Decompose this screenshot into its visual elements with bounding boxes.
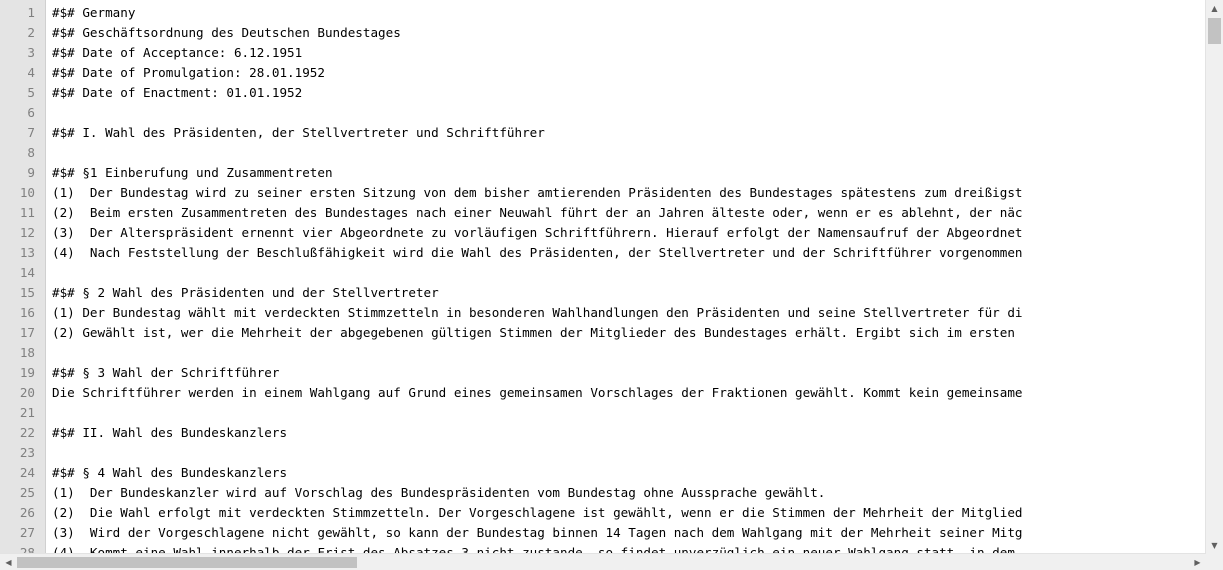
scrollbar-corner [1206, 554, 1223, 570]
text-editor[interactable]: 1 #$# Germany 2 #$# Geschäftsordnung des De… [0, 0, 1223, 570]
editor-line[interactable]: 19 #$# § 3 Wahl der Schriftführer [0, 363, 1205, 383]
line-number: 14 [19, 265, 35, 280]
line-text[interactable]: (3) Der Alterspräsident ernennt vier Abg… [52, 223, 1023, 243]
line-text[interactable]: Die Schriftführer werden in einem Wahlga… [52, 383, 1023, 403]
editor-line[interactable]: 26 (2) Die Wahl erfolgt mit verdeckten St… [0, 503, 1205, 523]
editor-line[interactable]: 15 #$# § 2 Wahl des Präsidenten und der S… [0, 283, 1205, 303]
line-number: 20 [19, 385, 35, 400]
editor-line[interactable]: 23 [0, 443, 1205, 463]
line-number: 4 [27, 65, 35, 80]
line-number: 10 [19, 185, 35, 200]
line-text[interactable]: (1) Der Bundestag wählt mit verdeckten S… [52, 303, 1023, 323]
editor-line[interactable]: 18 [0, 343, 1205, 363]
line-number: 9 [27, 165, 35, 180]
line-number: 1 [27, 5, 35, 20]
editor-line[interactable]: 16 (1) Der Bundestag wählt mit verdeckten… [0, 303, 1205, 323]
scroll-down-icon[interactable]: ▼ [1206, 537, 1223, 554]
line-number: 22 [19, 425, 35, 440]
line-text[interactable]: (2) Gewählt ist, wer die Mehrheit der ab… [52, 323, 1015, 343]
scroll-up-icon[interactable]: ▲ [1206, 0, 1223, 17]
editor-line[interactable]: 7 #$# I. Wahl des Präsidenten, der Stellv… [0, 123, 1205, 143]
line-number: 16 [19, 305, 35, 320]
line-text[interactable]: #$# Date of Enactment: 01.01.1952 [52, 83, 302, 103]
scroll-right-icon[interactable]: ▶ [1189, 554, 1206, 570]
text-area[interactable]: 1 #$# Germany 2 #$# Geschäftsordnung des De… [0, 3, 1205, 554]
line-text[interactable]: #$# § 2 Wahl des Präsidenten und der Ste… [52, 283, 439, 303]
line-number: 18 [19, 345, 35, 360]
line-number: 27 [19, 525, 35, 540]
line-number: 7 [27, 125, 35, 140]
editor-line[interactable]: 13 (4) Nach Feststellung der Beschlußfähi… [0, 243, 1205, 263]
line-text[interactable]: #$# II. Wahl des Bundeskanzlers [52, 423, 287, 443]
line-number: 5 [27, 85, 35, 100]
line-text[interactable]: (2) Beim ersten Zusammentreten des Bunde… [52, 203, 1023, 223]
line-text[interactable]: #$# Date of Promulgation: 28.01.1952 [52, 63, 325, 83]
line-number: 2 [27, 25, 35, 40]
editor-line[interactable]: 20 Die Schriftführer werden in einem Wahl… [0, 383, 1205, 403]
line-text[interactable]: #$# §1 Einberufung und Zusammentreten [52, 163, 333, 183]
editor-line[interactable]: 4 #$# Date of Promulgation: 28.01.1952 [0, 63, 1205, 83]
line-text[interactable]: #$# Germany [52, 3, 135, 23]
editor-line[interactable]: 21 [0, 403, 1205, 423]
line-number: 12 [19, 225, 35, 240]
line-number: 15 [19, 285, 35, 300]
line-text[interactable]: (3) Wird der Vorgeschlagene nicht gewähl… [52, 523, 1023, 543]
editor-line[interactable]: 24 #$# § 4 Wahl des Bundeskanzlers [0, 463, 1205, 483]
editor-line[interactable]: 9 #$# §1 Einberufung und Zusammentreten [0, 163, 1205, 183]
horizontal-scrollbar[interactable]: ◀ ▶ [0, 553, 1206, 570]
line-text[interactable]: (2) Die Wahl erfolgt mit verdeckten Stim… [52, 503, 1023, 523]
editor-line[interactable]: 22 #$# II. Wahl des Bundeskanzlers [0, 423, 1205, 443]
line-number: 24 [19, 465, 35, 480]
editor-line[interactable]: 2 #$# Geschäftsordnung des Deutschen Bund… [0, 23, 1205, 43]
line-number: 17 [19, 325, 35, 340]
horizontal-scroll-thumb[interactable] [17, 557, 357, 568]
line-number: 6 [27, 105, 35, 120]
vertical-scrollbar[interactable]: ▲ ▼ [1205, 0, 1223, 554]
line-number: 11 [19, 205, 35, 220]
editor-line[interactable]: 1 #$# Germany [0, 3, 1205, 23]
line-number: 23 [19, 445, 35, 460]
editor-line[interactable]: 14 [0, 263, 1205, 283]
line-text[interactable]: (4) Nach Feststellung der Beschlußfähigk… [52, 243, 1023, 263]
editor-line[interactable]: 10 (1) Der Bundestag wird zu seiner erste… [0, 183, 1205, 203]
editor-line[interactable]: 3 #$# Date of Acceptance: 6.12.1951 [0, 43, 1205, 63]
editor-line[interactable]: 11 (2) Beim ersten Zusammentreten des Bun… [0, 203, 1205, 223]
vertical-scroll-thumb[interactable] [1208, 18, 1221, 44]
editor-line[interactable]: 8 [0, 143, 1205, 163]
editor-line[interactable]: 5 #$# Date of Enactment: 01.01.1952 [0, 83, 1205, 103]
editor-line[interactable]: 17 (2) Gewählt ist, wer die Mehrheit der … [0, 323, 1205, 343]
line-number: 3 [27, 45, 35, 60]
line-number: 13 [19, 245, 35, 260]
editor-line[interactable]: 25 (1) Der Bundeskanzler wird auf Vorschl… [0, 483, 1205, 503]
line-number: 19 [19, 365, 35, 380]
scroll-left-icon[interactable]: ◀ [0, 554, 17, 570]
line-number: 26 [19, 505, 35, 520]
line-number: 8 [27, 145, 35, 160]
line-text[interactable]: #$# Geschäftsordnung des Deutschen Bunde… [52, 23, 401, 43]
line-text[interactable]: (1) Der Bundestag wird zu seiner ersten … [52, 183, 1023, 203]
line-text[interactable]: (1) Der Bundeskanzler wird auf Vorschlag… [52, 483, 825, 503]
line-number: 25 [19, 485, 35, 500]
line-text[interactable]: #$# I. Wahl des Präsidenten, der Stellve… [52, 123, 545, 143]
editor-line[interactable]: 6 [0, 103, 1205, 123]
line-text[interactable]: #$# § 4 Wahl des Bundeskanzlers [52, 463, 287, 483]
line-text[interactable]: #$# § 3 Wahl der Schriftführer [52, 363, 279, 383]
line-number: 21 [19, 405, 35, 420]
line-text[interactable]: #$# Date of Acceptance: 6.12.1951 [52, 43, 302, 63]
editor-line[interactable]: 12 (3) Der Alterspräsident ernennt vier A… [0, 223, 1205, 243]
editor-line[interactable]: 27 (3) Wird der Vorgeschlagene nicht gewä… [0, 523, 1205, 543]
